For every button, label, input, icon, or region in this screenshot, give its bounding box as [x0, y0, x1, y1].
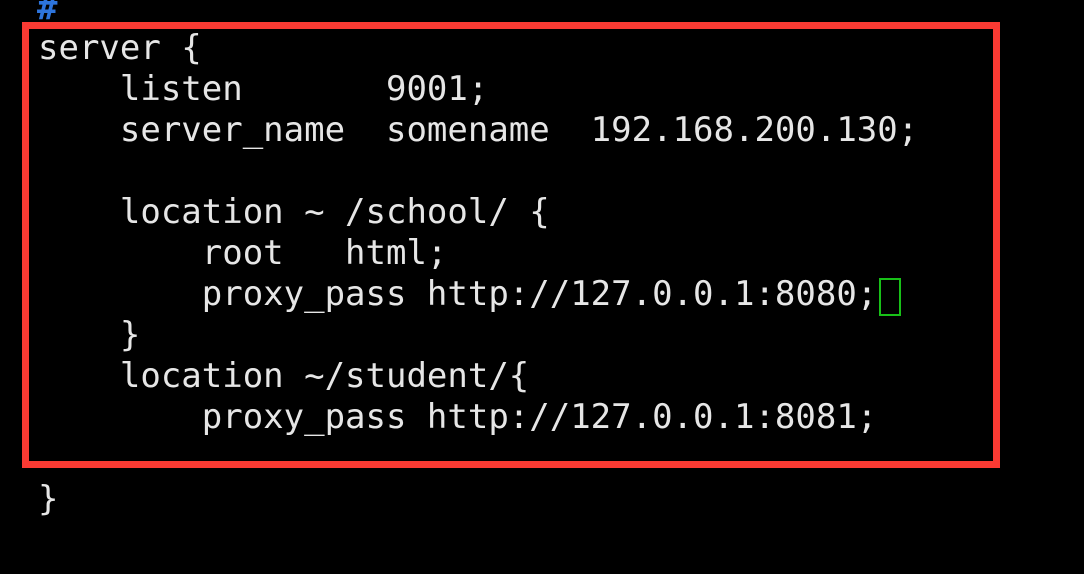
code-line[interactable]: }: [38, 479, 58, 520]
code-block[interactable]: server { listen 9001; server_name somena…: [0, 0, 1084, 537]
code-line[interactable]: }: [38, 315, 140, 356]
terminal-screen: # server { listen 9001; server_name some…: [0, 0, 1084, 537]
code-line[interactable]: location ~/student/{: [38, 356, 529, 397]
bracket-match-highlight: [879, 278, 901, 316]
code-line[interactable]: proxy_pass http://127.0.0.1:8080;: [38, 274, 878, 315]
code-line[interactable]: listen 9001;: [38, 69, 488, 110]
code-line[interactable]: proxy_pass http://127.0.0.1:8081;: [38, 397, 878, 438]
code-line[interactable]: location ~ /school/ {: [38, 192, 550, 233]
code-line[interactable]: server {: [38, 28, 202, 69]
code-line[interactable]: root html;: [38, 233, 448, 274]
code-line[interactable]: server_name somename 192.168.200.130;: [38, 110, 918, 151]
